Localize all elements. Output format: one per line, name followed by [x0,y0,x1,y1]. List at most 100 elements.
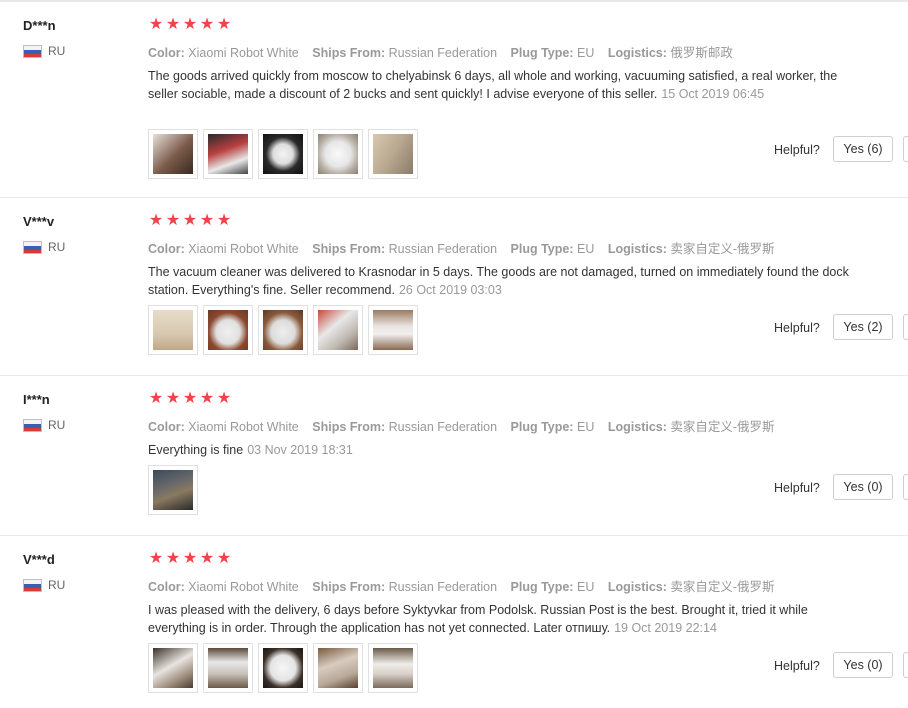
star-icon: ★ [148,550,164,567]
ships-from-value: Russian Federation [388,420,498,434]
review-photos [148,129,418,179]
logistics-label: Logistics: [607,46,667,60]
plug-type-value: EU [577,420,595,434]
star-rating: ★ ★ ★ ★ ★ [148,551,232,567]
russia-flag-icon [23,419,42,432]
color-label: Color: [148,46,185,60]
color-value: Xiaomi Robot White [188,420,299,434]
star-rating: ★ ★ ★ ★ ★ [148,213,232,229]
helpful-label: Helpful? [774,143,820,157]
color-label: Color: [148,580,185,594]
ships-from-value: Russian Federation [388,580,498,594]
review-photo[interactable] [203,305,253,355]
helpful-yes-button[interactable]: Yes (0) [833,474,893,500]
review-body: Everything is fine [148,443,244,457]
order-properties: Color: Xiaomi Robot White Ships From: Ru… [148,576,785,595]
logistics-value: 卖家自定义-俄罗斯 [670,580,775,594]
star-icon: ★ [216,390,232,407]
buyer-name: D***n [23,18,56,33]
star-rating: ★ ★ ★ ★ ★ [148,391,232,407]
helpful-no-button[interactable] [903,314,908,340]
logistics-label: Logistics: [607,580,667,594]
plug-type-label: Plug Type: [510,242,574,256]
star-icon: ★ [148,212,164,229]
helpful-yes-button[interactable]: Yes (2) [833,314,893,340]
russia-flag-icon [23,579,42,592]
review-photo[interactable] [368,129,418,179]
color-value: Xiaomi Robot White [188,580,299,594]
star-icon: ★ [165,212,181,229]
review-photo[interactable] [258,643,308,693]
helpful-no-button[interactable] [903,136,908,162]
plug-type-value: EU [577,580,595,594]
helpful-no-button[interactable] [903,474,908,500]
logistics-value: 卖家自定义-俄罗斯 [670,242,775,256]
buyer-country: RU [48,240,66,254]
helpful-no-button[interactable] [903,652,908,678]
star-icon: ★ [182,390,198,407]
ships-from-label: Ships From: [312,242,386,256]
plug-type-label: Plug Type: [510,420,574,434]
review-photo[interactable] [148,129,198,179]
color-value: Xiaomi Robot White [188,242,299,256]
russia-flag-icon [23,241,42,254]
star-rating: ★ ★ ★ ★ ★ [148,17,232,33]
review-item: V***v RU ★ ★ ★ ★ ★ Color: Xiaomi Robot White… [0,198,908,376]
logistics-label: Logistics: [607,242,667,256]
review-photo[interactable] [368,305,418,355]
color-label: Color: [148,242,185,256]
ships-from-label: Ships From: [312,420,386,434]
star-icon: ★ [148,16,164,33]
color-label: Color: [148,420,185,434]
buyer-name: I***n [23,392,50,407]
review-photo[interactable] [258,129,308,179]
buyer-country: RU [48,578,66,592]
russia-flag-icon [23,45,42,58]
helpful-yes-button[interactable]: Yes (6) [833,136,893,162]
logistics-label: Logistics: [607,420,667,434]
star-icon: ★ [148,390,164,407]
buyer-country: RU [48,44,66,58]
review-photos [148,465,198,515]
helpful-yes-button[interactable]: Yes (0) [833,652,893,678]
review-photos [148,643,418,693]
ships-from-label: Ships From: [312,580,386,594]
review-photo[interactable] [313,305,363,355]
buyer-name: V***d [23,552,55,567]
review-text: The vacuum cleaner was delivered to Kras… [148,263,863,299]
review-photo[interactable] [203,129,253,179]
review-item: I***n RU ★ ★ ★ ★ ★ Color: Xiaomi Robot White… [0,376,908,536]
ships-from-value: Russian Federation [388,242,498,256]
review-photo[interactable] [258,305,308,355]
review-date: 26 Oct 2019 03:03 [398,283,502,297]
helpful-label: Helpful? [774,481,820,495]
review-text: The goods arrived quickly from moscow to… [148,67,863,103]
review-photo[interactable] [203,643,253,693]
star-icon: ★ [182,212,198,229]
star-icon: ★ [165,550,181,567]
helpful-label: Helpful? [774,321,820,335]
review-text: I was pleased with the delivery, 6 days … [148,601,863,637]
review-date: 15 Oct 2019 06:45 [661,87,765,101]
review-photo[interactable] [148,465,198,515]
review-photo[interactable] [368,643,418,693]
star-icon: ★ [199,390,215,407]
plug-type-value: EU [577,242,595,256]
review-photo[interactable] [313,643,363,693]
star-icon: ★ [199,550,215,567]
review-photo[interactable] [148,305,198,355]
plug-type-value: EU [577,46,595,60]
review-item: D***n RU ★ ★ ★ ★ ★ Color: Xiaomi Robot White… [0,2,908,198]
star-icon: ★ [165,16,181,33]
plug-type-label: Plug Type: [510,580,574,594]
order-properties: Color: Xiaomi Robot White Ships From: Ru… [148,42,743,61]
star-icon: ★ [216,550,232,567]
star-icon: ★ [199,212,215,229]
review-photo[interactable] [313,129,363,179]
review-photos [148,305,418,355]
buyer-name: V***v [23,214,55,229]
review-photo[interactable] [148,643,198,693]
order-properties: Color: Xiaomi Robot White Ships From: Ru… [148,238,785,257]
review-date: 19 Oct 2019 22:14 [614,621,717,635]
color-value: Xiaomi Robot White [188,46,299,60]
